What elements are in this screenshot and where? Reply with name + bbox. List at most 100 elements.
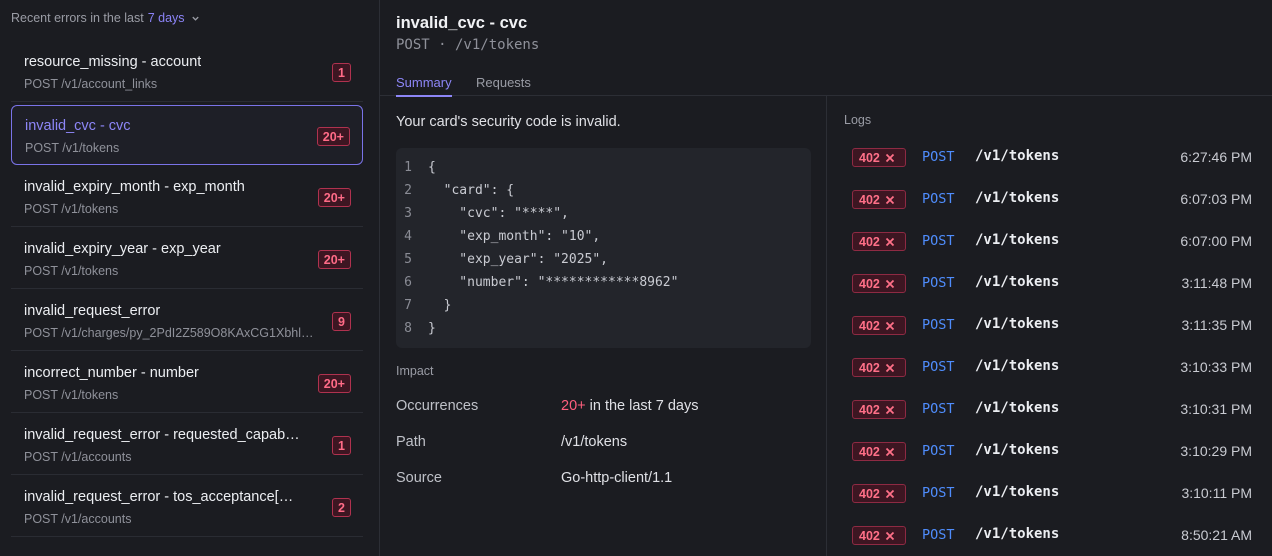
error-endpoint: POST /v1/tokens	[25, 141, 120, 155]
logs-panel: Logs 402 POST/v1/tokens 6:27:46 PM 402 POST /…	[827, 96, 1272, 556]
error-message: Your card's security code is invalid.	[396, 114, 621, 130]
status-badge: 402	[852, 190, 906, 209]
endpoint-subtitle: POST · /v1/tokens	[396, 37, 540, 53]
status-badge: 402	[852, 400, 906, 419]
code-text: }	[428, 298, 452, 313]
code-line: 4 "exp_month": "10",	[396, 227, 811, 250]
log-timestamp: 8:50:21 AM	[1181, 527, 1252, 543]
log-row[interactable]: 402 POST/v1/tokens 8:50:21 AM	[852, 526, 1252, 548]
code-line: 3 "cvc": "****",	[396, 204, 811, 227]
request-path: /v1/tokens	[975, 148, 1060, 164]
log-timestamp: 3:10:29 PM	[1180, 443, 1252, 459]
close-x-icon	[885, 279, 894, 288]
error-count-badge: 20+	[317, 250, 351, 269]
error-list-item[interactable]: invalid_expiry_month - exp_month POST /v…	[11, 167, 363, 227]
error-endpoint: POST /v1/charges/py_2PdI2Z589O8KAxCG1Xbh…	[24, 326, 314, 340]
error-endpoint: POST /v1/account_links	[24, 77, 158, 91]
http-method: POST	[922, 401, 955, 417]
code-text: "card": {	[428, 183, 515, 198]
time-range-value: 7 days	[147, 11, 185, 25]
error-title: resource_missing - account	[24, 54, 202, 70]
log-timestamp: 6:07:03 PM	[1180, 191, 1252, 207]
http-method: POST	[922, 233, 955, 249]
error-count-badge: 9	[332, 312, 351, 331]
status-code: 402	[859, 444, 880, 459]
error-list-item[interactable]: incorrect_number - number POST /v1/token…	[11, 353, 363, 413]
error-endpoint: POST /v1/accounts	[24, 512, 132, 526]
line-number: 7	[404, 298, 412, 313]
error-count-badge: 1	[332, 436, 351, 455]
status-badge: 402	[852, 274, 906, 293]
error-endpoint: POST /v1/tokens	[24, 264, 119, 278]
http-method: POST	[922, 359, 955, 375]
chevron-down-icon	[191, 16, 199, 21]
occurrences-value: 20+ in the last 7 days	[561, 398, 698, 414]
line-number: 3	[404, 206, 412, 221]
source-value: Go-http-client/1.1	[561, 470, 673, 486]
path-value: /v1/tokens	[561, 434, 628, 450]
status-code: 402	[859, 234, 880, 249]
log-row[interactable]: 402 POST/v1/tokens 6:27:46 PM	[852, 148, 1252, 170]
request-path: /v1/tokens	[975, 190, 1060, 206]
status-badge: 402	[852, 526, 906, 545]
code-line: 8}	[396, 319, 811, 342]
status-code: 402	[859, 360, 880, 375]
error-list-item[interactable]: invalid_request_error - requested_capab……	[11, 415, 363, 475]
log-row[interactable]: 402 POST/v1/tokens 3:11:48 PM	[852, 274, 1252, 296]
log-row[interactable]: 402 POST/v1/tokens 3:10:31 PM	[852, 400, 1252, 422]
error-list-item[interactable]: invalid_expiry_year - exp_year POST /v1/…	[11, 229, 363, 289]
code-line: 6 "number": "************8962"	[396, 273, 811, 296]
source-label: Source	[396, 470, 442, 486]
error-endpoint: POST /v1/tokens	[24, 388, 119, 402]
error-title: invalid_expiry_month - exp_month	[24, 179, 245, 195]
http-method: POST	[922, 443, 955, 459]
tab-requests[interactable]: Requests	[476, 75, 531, 95]
close-x-icon	[885, 489, 894, 498]
occurrences-count: 20+	[561, 398, 586, 414]
code-line: 1{	[396, 158, 811, 181]
error-count-badge: 20+	[317, 188, 351, 207]
http-method: POST	[922, 317, 955, 333]
log-row[interactable]: 402 POST/v1/tokens 6:07:03 PM	[852, 190, 1252, 212]
error-list-item[interactable]: invalid_request_error POST /v1/charges/p…	[11, 291, 363, 351]
request-path: /v1/tokens	[975, 442, 1060, 458]
status-code: 402	[859, 276, 880, 291]
request-path: /v1/tokens	[975, 484, 1060, 500]
code-line: 5 "exp_year": "2025",	[396, 250, 811, 273]
code-line: 2 "card": {	[396, 181, 811, 204]
log-row[interactable]: 402 POST/v1/tokens 3:10:11 PM	[852, 484, 1252, 506]
log-row[interactable]: 402 POST/v1/tokens 3:10:29 PM	[852, 442, 1252, 464]
close-x-icon	[885, 237, 894, 246]
code-text: "cvc": "****",	[428, 206, 569, 221]
error-list-item-selected[interactable]: invalid_cvc - cvc POST /v1/tokens 20+	[11, 105, 363, 165]
time-range-selector[interactable]: Recent errors in the last 7 days	[11, 11, 200, 25]
code-text: "number": "************8962"	[428, 275, 679, 290]
log-timestamp: 6:27:46 PM	[1180, 149, 1252, 165]
status-code: 402	[859, 528, 880, 543]
error-title: invalid_request_error - tos_acceptance[…	[24, 489, 294, 505]
error-list-item[interactable]: resource_missing - account POST /v1/acco…	[11, 42, 363, 102]
log-timestamp: 6:07:00 PM	[1180, 233, 1252, 249]
error-title: invalid_cvc - cvc	[25, 118, 131, 134]
log-row[interactable]: 402 POST/v1/tokens 3:11:35 PM	[852, 316, 1252, 338]
http-method: POST	[922, 275, 955, 291]
page-title: invalid_cvc - cvc	[396, 14, 528, 32]
close-x-icon	[885, 447, 894, 456]
code-text: }	[428, 321, 436, 336]
close-x-icon	[885, 321, 894, 330]
sidebar-header-label: Recent errors in the last	[11, 11, 144, 25]
status-badge: 402	[852, 442, 906, 461]
error-list-item[interactable]: invalid_request_error - tos_acceptance[……	[11, 477, 363, 537]
log-row[interactable]: 402 POST/v1/tokens 3:10:33 PM	[852, 358, 1252, 380]
status-badge: 402	[852, 232, 906, 251]
tab-summary[interactable]: Summary	[396, 75, 452, 97]
close-x-icon	[885, 405, 894, 414]
status-code: 402	[859, 150, 880, 165]
http-method: POST	[922, 191, 955, 207]
log-timestamp: 3:10:31 PM	[1180, 401, 1252, 417]
request-path: /v1/tokens	[975, 316, 1060, 332]
status-badge: 402	[852, 484, 906, 503]
log-row[interactable]: 402 POST/v1/tokens 6:07:00 PM	[852, 232, 1252, 254]
status-badge: 402	[852, 148, 906, 167]
error-count-badge: 20+	[317, 374, 351, 393]
